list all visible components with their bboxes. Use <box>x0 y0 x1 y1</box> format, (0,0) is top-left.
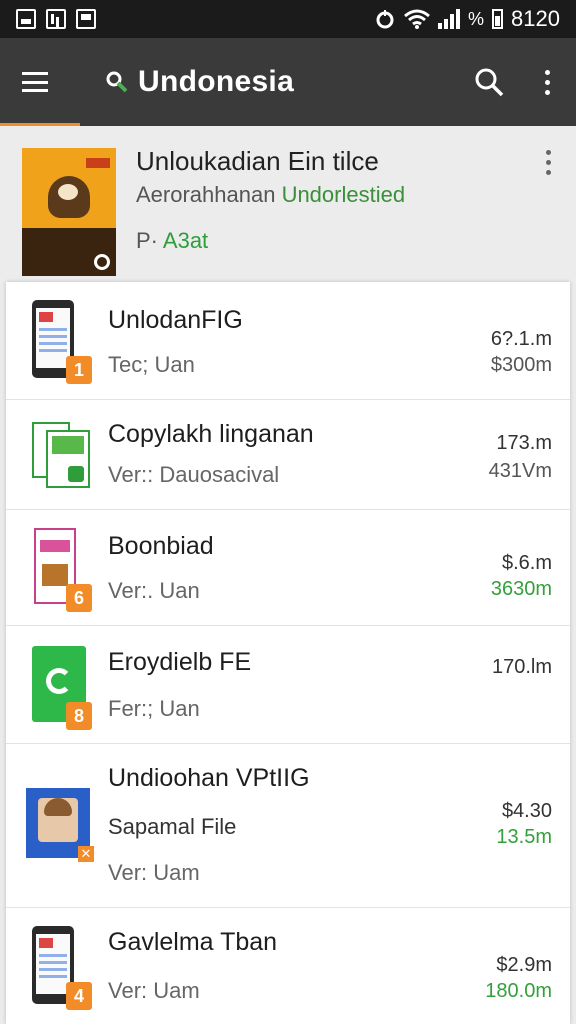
item-version: Ver:: Dauosacival <box>108 462 280 487</box>
featured-image <box>22 148 116 276</box>
app-title: Undonesia <box>138 65 295 98</box>
download-list: 1 UnlodanFIG Tec; Uan 6?.1.m $300m Copyl… <box>6 282 570 1024</box>
item-badge: 8 <box>66 702 92 730</box>
photo-notification-icon <box>76 9 96 29</box>
featured-subtitle: Aerorahhanan Undorlestied <box>136 182 405 208</box>
phone-app-icon: 4 <box>28 926 92 1010</box>
book-icon: 6 <box>28 528 92 612</box>
item-size: $.6.m <box>501 552 552 574</box>
item-price: 431Vm <box>488 460 552 482</box>
list-item[interactable]: 8 Eroydielb FE Fer:; Uan 170.lm <box>6 626 570 744</box>
app-bar: Undonesia <box>0 38 576 126</box>
item-name: Boonbiad <box>108 532 214 560</box>
wifi-icon <box>404 9 430 29</box>
item-badge: 6 <box>66 584 92 612</box>
app-title-group: Undonesia <box>104 65 294 99</box>
more-vert-icon <box>544 69 550 95</box>
featured-title: Unloukadian Ein tilce <box>136 146 379 176</box>
list-item[interactable]: Copylakh linganan Ver:: Dauosacival 173.… <box>6 400 570 510</box>
item-version: Ver: Uam <box>108 978 200 1003</box>
item-name: UnlodanFIG <box>108 306 243 334</box>
menu-button[interactable] <box>0 38 70 126</box>
battery-icon <box>492 9 504 29</box>
item-badge: 1 <box>66 356 92 384</box>
green-app-icon: 8 <box>28 646 92 730</box>
notification-icons <box>16 9 96 29</box>
list-item[interactable]: ✕ Undioohan VPtIIG Sapamal File Ver: Uam… <box>6 744 570 908</box>
item-subtitle: Sapamal File <box>108 814 237 839</box>
item-price: 13.5m <box>496 826 552 848</box>
item-size: $4.30 <box>501 800 552 822</box>
status-bar: % 8120 <box>0 0 576 38</box>
image-notification-icon <box>16 9 36 29</box>
item-price: 180.0m <box>485 980 552 1002</box>
signal-icon <box>438 9 461 29</box>
photo-icon: ✕ <box>26 788 94 868</box>
item-name: Eroydielb FE <box>108 648 252 676</box>
item-version: Ver: Uam <box>108 860 200 885</box>
list-item[interactable]: 1 UnlodanFIG Tec; Uan 6?.1.m $300m <box>6 282 570 400</box>
item-price: $300m <box>490 354 552 376</box>
item-name: Copylakh linganan <box>108 420 314 448</box>
item-size: 6?.1.m <box>490 328 552 350</box>
featured-tag: P· A3at <box>136 228 208 254</box>
overflow-menu-button[interactable] <box>518 38 576 126</box>
item-version: Fer:; Uan <box>108 696 200 721</box>
item-name: Gavlelma Tban <box>108 928 278 956</box>
item-size: 173.m <box>496 432 552 454</box>
hamburger-icon <box>22 72 48 92</box>
phone-app-icon: 1 <box>28 300 92 384</box>
item-size: $2.9m <box>496 954 552 976</box>
featured-price: A3at <box>162 228 209 253</box>
alarm-icon <box>376 10 394 29</box>
featured-subtitle-prefix: Aerorahhanan <box>136 182 282 207</box>
item-price: 3630m <box>490 578 552 600</box>
list-item[interactable]: 6 Boonbiad Ver:. Uan $.6.m 3630m <box>6 510 570 626</box>
app-logo-icon <box>106 71 128 93</box>
item-badge: 4 <box>66 982 92 1010</box>
search-icon <box>475 68 504 97</box>
chart-notification-icon <box>46 9 66 29</box>
featured-card[interactable]: Unloukadian Ein tilce Aerorahhanan Undor… <box>0 126 576 282</box>
list-item[interactable]: 4 Gavlelma Tban Ver: Uam $2.9m 180.0m <box>6 908 570 1024</box>
item-size: 170.lm <box>491 656 552 678</box>
featured-more-button[interactable] <box>538 150 558 180</box>
clock: 8120 <box>511 6 560 31</box>
item-version: Ver:. Uan <box>108 578 200 603</box>
item-name: Undioohan VPtIIG <box>108 764 310 792</box>
more-vert-icon <box>545 150 551 180</box>
search-button[interactable] <box>460 38 518 126</box>
item-version: Tec; Uan <box>108 352 195 377</box>
percent-icon: % <box>468 8 485 29</box>
featured-subtitle-highlight: Undorlestied <box>281 182 406 207</box>
featured-tag-prefix: P· <box>136 228 163 253</box>
documents-icon <box>28 418 90 498</box>
